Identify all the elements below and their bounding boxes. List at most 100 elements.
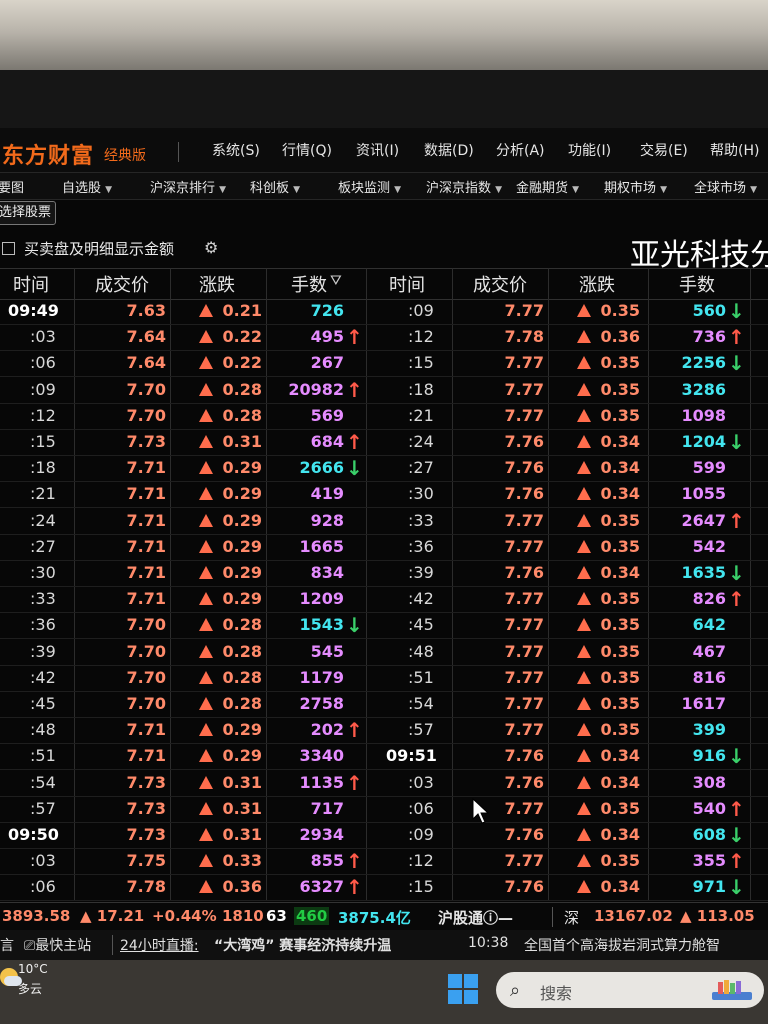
table-row[interactable]: :12 7.70 0.28 569:21 7.77 0.35 1098 [0,403,768,430]
tick-change: 0.29 [178,511,262,530]
tick-price: 7.77 [504,851,544,871]
filter-icon[interactable]: ⛛ [330,273,342,289]
tick-time: :09 [30,379,56,399]
sh-change: ▲ 17.21 [80,907,144,925]
table-row[interactable]: :51 7.71 0.29 3340 09:51 7.76 0.34 916 ↓ [0,743,768,771]
show-amount-checkbox[interactable] [2,242,15,255]
table-row[interactable]: :48 7.71 0.29 202 ↑:57 7.77 0.35 399 [0,717,768,745]
menu-functions[interactable]: 功能(I) [568,140,611,160]
table-row[interactable]: :54 7.73 0.31 1135 ↑:03 7.76 0.34 308 [0,770,768,797]
up-triangle-icon: ▲ [80,907,92,925]
table-row[interactable]: :06 7.64 0.22 267:15 7.77 0.35 2256 ↓ [0,350,768,378]
hgt-label[interactable]: 沪股通ⓘ— [438,907,513,928]
nav-item-futures[interactable]: 金融期货 ▼ [516,177,579,196]
up-triangle-icon [198,880,213,894]
ticks-header: 时间 成交价 涨跌 手数 ⛛ 时间 成交价 涨跌 手数 [0,268,768,300]
table-row[interactable]: :36 7.70 0.28 1543 ↓:45 7.77 0.35 642 [0,612,768,640]
tick-price: 7.64 [126,327,166,347]
tick-volume: 545 [310,641,344,661]
weather-temperature[interactable]: 10°C [18,962,48,976]
tick-change-value: 0.21 [222,301,262,320]
table-row[interactable]: :06 7.78 0.36 6327 ↑:15 7.76 0.34 971 ↓ [0,874,768,902]
taskbar-search[interactable]: ⌕ 搜索 [496,972,764,1008]
nav-item-watchlist[interactable]: 自选股 ▼ [62,177,112,196]
table-row[interactable]: :15 7.73 0.31 684 ↑:24 7.76 0.34 1204 ↓ [0,429,768,456]
gear-icon[interactable]: ⚙ [204,238,218,257]
menu-help[interactable]: 帮助(H) [710,140,759,160]
table-row[interactable]: :21 7.71 0.29 419:30 7.76 0.34 1055 [0,481,768,509]
menu-system[interactable]: 系统(S) [212,140,260,160]
table-row[interactable]: :39 7.70 0.28 545:48 7.77 0.35 467 [0,639,768,666]
tick-change-value: 0.29 [222,720,262,740]
table-row[interactable]: :45 7.70 0.28 2758:54 7.77 0.35 1617 [0,691,768,718]
table-row[interactable]: :03 7.75 0.33 855 ↑:12 7.77 0.35 355 ↑ [0,848,768,876]
nav-item-sector-monitor[interactable]: 板块监测 ▼ [338,177,401,196]
select-stocks-button[interactable]: 选择股票 [0,201,57,225]
hgt-text: 沪股通 [438,909,484,927]
tick-change: 0.31 [178,825,262,844]
up-triangle-icon [198,539,213,553]
tick-volume: 1543 [299,615,344,635]
menu-data[interactable]: 数据(D) [424,140,474,160]
nav-item-options[interactable]: 期权市场 ▼ [604,177,667,196]
tick-volume: 717 [310,798,344,818]
menu-analysis[interactable]: 分析(A) [496,140,545,160]
table-row[interactable]: 09:49 7.63 0.21 726:09 7.77 0.35 560 ↓ [0,298,768,325]
menu-news[interactable]: 资讯(I) [356,140,399,160]
up-triangle-icon [576,435,591,448]
tick-change-value: 0.35 [600,589,640,609]
nav-item-global[interactable]: 全球市场 ▼ [694,177,757,196]
table-row[interactable]: :57 7.73 0.31 717:06 7.77 0.35 540 ↑ [0,796,768,823]
table-row[interactable]: :18 7.71 0.29 2666 ↓:27 7.76 0.34 599 [0,455,768,483]
tick-time: :54 [30,772,56,792]
table-row[interactable]: :30 7.71 0.29 834:39 7.76 0.34 1635 ↓ [0,560,768,587]
table-row[interactable]: :03 7.64 0.22 495 ↑:12 7.78 0.36 736 ↑ [0,324,768,352]
tick-change: 0.34 [556,746,640,765]
tick-change-value: 0.35 [600,694,640,713]
tick-change: 0.31 [178,432,262,451]
tick-change: 0.35 [556,615,640,634]
fast-site-link[interactable]: ⎚最快主站 [24,935,91,955]
table-row[interactable]: :27 7.71 0.29 1665:36 7.77 0.35 542 [0,534,768,561]
live-label[interactable]: 24小时直播: [120,935,199,955]
tick-time: :27 [30,536,56,556]
nav-label: 沪深京排行 [150,181,216,196]
nav-item-ranking[interactable]: 沪深京排行 ▼ [150,177,226,196]
tick-change-value: 0.34 [600,877,640,897]
menu-quotes[interactable]: 行情(Q) [282,140,332,160]
tick-time: :57 [408,720,434,740]
tick-volume: 2758 [299,694,344,713]
news-headline-2[interactable]: 全国首个高海拔岩洞式算力舱智 [524,935,720,955]
tick-time: :33 [408,510,434,530]
app-window: 东方财富 经典版 系统(S) 行情(Q) 资讯(I) 数据(D) 分析(A) 功… [0,128,768,960]
nav-label: 自选股 [62,181,102,196]
news-headline-1[interactable]: “大湾鸡” 赛事经济持续升温 [214,935,391,955]
table-row[interactable]: :24 7.71 0.29 928:33 7.77 0.35 2647 ↑ [0,508,768,535]
up-triangle-icon [198,408,213,422]
tick-price: 7.77 [504,536,544,556]
arrow-up-icon: ↑ [346,875,363,900]
menu-trade[interactable]: 交易(E) [640,140,688,160]
tick-volume: 495 [310,327,344,347]
table-row[interactable]: 09:50 7.73 0.31 2934:09 7.76 0.34 608 ↓ [0,822,768,849]
up-triangle-icon [576,880,591,894]
title-bar: 东方财富 经典版 系统(S) 行情(Q) 资讯(I) 数据(D) 分析(A) 功… [0,128,768,172]
nav-item-star-market[interactable]: 科创板 ▼ [250,177,300,196]
header-time: 时间 [13,275,49,296]
nav-item-index[interactable]: 沪深京指数 ▼ [426,177,502,196]
up-triangle-icon [576,487,591,501]
tick-change: 0.35 [556,537,640,556]
tick-change-value: 0.29 [222,746,262,766]
nav-item-map[interactable]: 要图 [0,177,24,196]
caret-down-icon: ▼ [750,185,758,195]
windows-start-icon[interactable] [448,974,478,1004]
table-row[interactable]: :09 7.70 0.28 20982 ↑:18 7.77 0.35 3286 [0,377,768,404]
table-row[interactable]: :42 7.70 0.28 1179:51 7.77 0.35 816 [0,665,768,692]
header-change: 涨跌 [199,275,235,296]
up-triangle-icon [198,513,213,527]
caret-down-icon: ▼ [495,185,503,195]
up-triangle-icon [576,566,591,579]
table-row[interactable]: :33 7.71 0.29 1209:42 7.77 0.35 826 ↑ [0,586,768,614]
weather-description[interactable]: 多云 [18,980,42,997]
tick-change-value: 0.35 [600,301,640,320]
